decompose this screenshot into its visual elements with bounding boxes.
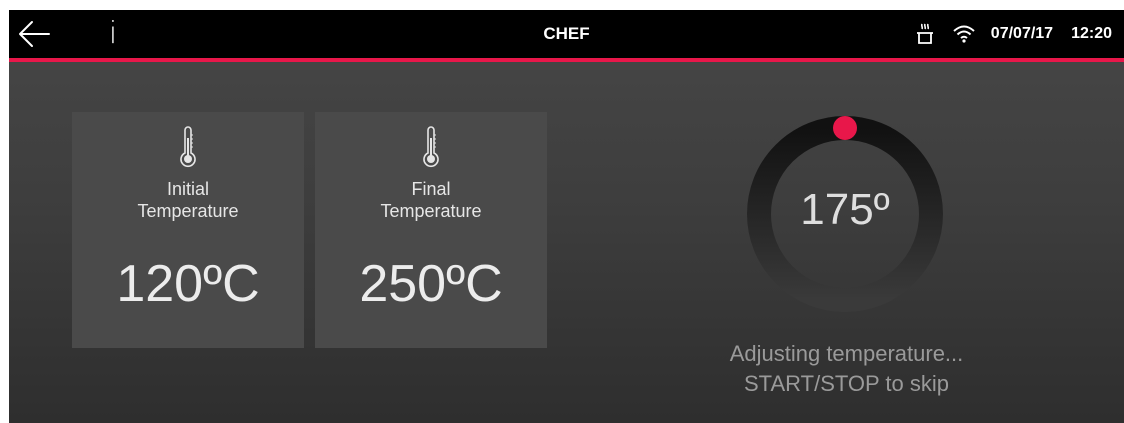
thermometer-icon — [180, 126, 196, 168]
tile-label: Final Temperature — [315, 178, 547, 222]
time-display: 12:20 — [1071, 25, 1112, 42]
steam-icon — [916, 23, 933, 44]
dial-handle[interactable] — [833, 116, 857, 140]
tile-label-line2: Temperature — [380, 201, 482, 221]
back-arrow-icon[interactable] — [17, 18, 51, 50]
status-area: 07/07/17 12:20 — [913, 10, 1112, 58]
thermometer-icon — [423, 126, 439, 168]
tile-label: Initial Temperature — [72, 178, 304, 222]
oven-screen: i CHEF 07/07/17 12:20 Initial Temperatur… — [9, 10, 1124, 423]
temperature-dial[interactable] — [745, 114, 945, 314]
tile-label-line1: Final — [411, 179, 451, 199]
skip-hint: START/STOP to skip — [744, 371, 949, 396]
initial-temperature-value: 120ºC — [116, 255, 260, 313]
accent-divider — [9, 58, 1124, 62]
info-button[interactable]: i — [101, 16, 125, 52]
initial-temperature-tile[interactable]: Initial Temperature 120ºC — [72, 112, 304, 348]
tile-label-line1: Initial — [166, 179, 210, 199]
top-bar: i CHEF 07/07/17 12:20 — [9, 10, 1124, 58]
wifi-icon — [953, 25, 975, 43]
dial-ring — [747, 116, 943, 312]
final-temperature-value: 250ºC — [359, 255, 503, 313]
status-message: Adjusting temperature... — [729, 341, 964, 366]
tile-label-line2: Temperature — [137, 201, 239, 221]
final-temperature-tile[interactable]: Final Temperature 250ºC — [315, 112, 547, 348]
date-display: 07/07/17 — [990, 25, 1054, 42]
